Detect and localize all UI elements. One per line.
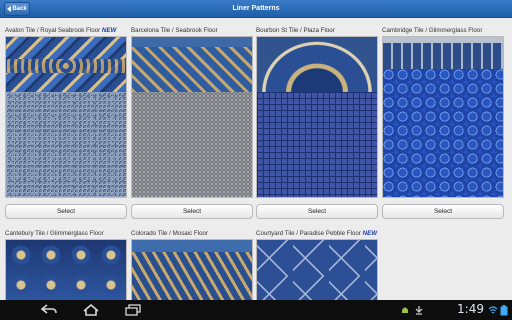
- android-notification-icon: [402, 307, 408, 313]
- pattern-card-cantebury: Cantebury Tile / Glimmerglass Floor: [5, 230, 127, 309]
- page-title: Liner Patterns: [232, 5, 280, 12]
- download-icon: [415, 306, 423, 315]
- pattern-image-colorado[interactable]: [131, 239, 253, 309]
- pattern-image-barcelona[interactable]: [131, 36, 253, 198]
- home-icon[interactable]: [82, 304, 100, 316]
- wifi-icon: [488, 306, 498, 314]
- pattern-label: Barcelona Tile / Seabrook Floor: [131, 27, 218, 34]
- pattern-image-cambridge[interactable]: [382, 36, 504, 198]
- pattern-card-bourbon-st: Bourbon St Tile / Plaza Floor Select: [256, 27, 378, 219]
- new-badge: NEW: [101, 27, 117, 34]
- pattern-label: Cantebury Tile / Glimmerglass Floor: [5, 230, 104, 237]
- pattern-image-cantebury[interactable]: [5, 239, 127, 309]
- pattern-label: Cambridge Tile / Glimmerglass Floor: [382, 27, 483, 34]
- new-badge: NEW: [362, 230, 378, 237]
- back-icon[interactable]: [40, 304, 58, 316]
- pattern-card-courtyard: Courtyard Tile / Paradise Pebble Floor N…: [256, 230, 378, 309]
- recent-apps-icon[interactable]: [124, 304, 142, 316]
- pattern-label: Courtyard Tile / Paradise Pebble Floor N…: [256, 230, 378, 237]
- pattern-image-avalon[interactable]: [5, 36, 127, 198]
- pattern-label: Avalon Tile / Royal Seabrook Floor NEW: [5, 27, 117, 34]
- select-button-bourbon-st[interactable]: Select: [256, 204, 378, 219]
- battery-icon: [500, 305, 508, 316]
- pattern-card-avalon: Avalon Tile / Royal Seabrook Floor NEW S…: [5, 27, 127, 219]
- pattern-image-courtyard[interactable]: [256, 239, 378, 309]
- pattern-image-bourbon-st[interactable]: [256, 36, 378, 198]
- clock: 1:49: [457, 302, 484, 316]
- select-button-cambridge[interactable]: Select: [382, 204, 504, 219]
- select-button-barcelona[interactable]: Select: [131, 204, 253, 219]
- select-button-avalon[interactable]: Select: [5, 204, 127, 219]
- pattern-label: Bourbon St Tile / Plaza Floor: [256, 27, 335, 34]
- system-nav-bar: 1:49: [0, 300, 512, 320]
- pattern-card-colorado: Colorado Tile / Mosaic Floor: [131, 230, 253, 309]
- pattern-card-barcelona: Barcelona Tile / Seabrook Floor Select: [131, 27, 253, 219]
- pattern-card-cambridge: Cambridge Tile / Glimmerglass Floor Sele…: [382, 27, 504, 219]
- title-bar: Back Liner Patterns: [0, 0, 512, 18]
- pattern-label: Colorado Tile / Mosaic Floor: [131, 230, 209, 237]
